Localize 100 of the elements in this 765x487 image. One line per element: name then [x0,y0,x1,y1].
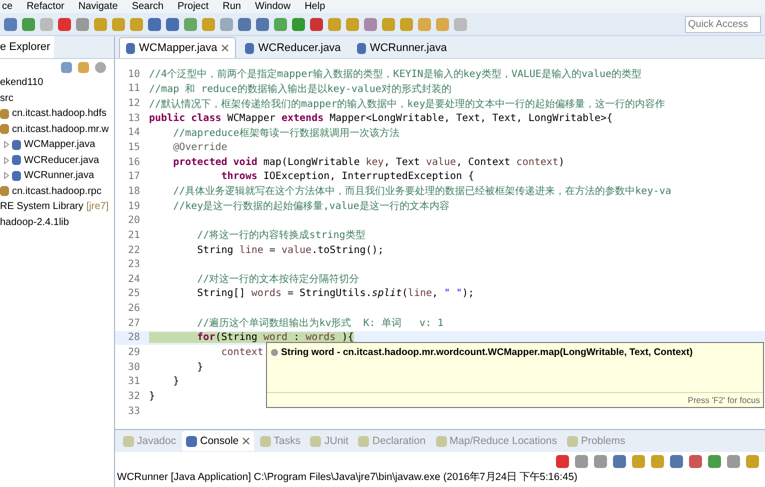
line-number: 14 [126,127,140,138]
console-toolbar-icon[interactable] [651,454,664,468]
tree-item[interactable]: cn.itcast.hadoop.mr.w [12,124,109,135]
line-number: 24 [126,274,140,285]
code-line: //mapreduce框架每读一行数据就调用一次该方法 [172,126,400,140]
console-toolbar-icon[interactable] [727,454,740,468]
tree-item[interactable]: WCReducer.java [24,154,100,166]
toolbar-icon[interactable] [382,18,395,30]
tree-item[interactable]: WCRunner.java [24,170,94,182]
view-icon [186,436,198,446]
line-number: 33 [126,406,140,417]
tree-item[interactable]: WCMapper.java [24,139,96,150]
expand-arrow-icon[interactable] [4,141,9,148]
line-number: 10 [126,68,140,80]
line-number: 11 [126,83,140,94]
code-line: //默认情况下，框架传递给我们的mapper的输入数据中，key是要处理的文本中一行的起始偏移量，这一行的内容作 [149,98,666,111]
menu-item[interactable]: Project [178,0,209,12]
code-line: //map 和 reduce的数据输入输出是以key-value对的形式封装的 [149,82,452,96]
line-number: 17 [126,171,140,182]
toolbar-icon[interactable] [4,18,17,30]
menu-item[interactable]: Refactor [26,0,64,12]
code-line: //具体业务逻辑就写在这个方法体中，而且我们业务要处理的数据已经被框架传递进来，在方法的参数中key-va [172,184,672,198]
code-line: } [149,390,156,402]
toolbar-icon[interactable] [238,18,251,30]
tree-item[interactable]: ekend110 [0,77,44,88]
view-icon [436,436,447,446]
tree-item[interactable]: cn.itcast.hadoop.hdfs [12,108,107,120]
toolbar-icon[interactable] [292,18,305,30]
close-icon[interactable] [242,437,250,445]
toolbar-icon[interactable] [364,18,377,30]
panel-tab[interactable]: e Explorer [0,36,54,58]
menu-item[interactable]: Navigate [78,0,118,12]
menu-item[interactable]: Window [255,0,291,12]
toolbar-icon[interactable] [94,18,107,30]
code-line: } [196,362,204,373]
console-toolbar-icon[interactable] [575,454,588,468]
editor-tab[interactable]: WCRunner.java [350,37,454,58]
toolbar-icon[interactable] [148,18,161,30]
toolbar-icon[interactable] [58,18,71,30]
line-number: 18 [126,186,140,197]
line-number: 19 [126,200,140,212]
console-toolbar-icon[interactable] [708,454,721,468]
console-toolbar-icon[interactable] [613,454,626,468]
code-line: String line = value.toString(); [196,244,384,256]
line-number: 23 [126,259,140,270]
toolbar-icon[interactable] [130,18,143,30]
menu-item[interactable]: Run [222,0,241,12]
menu-item[interactable]: Search [132,0,164,12]
code-line: //将这一行的内容转换成string类型 [196,228,366,242]
line-number: 32 [126,390,140,402]
tooltip-title: String word - cn.itcast.hadoop.mr.wordcount.WCMapper.map(LongWritable, Text, Context) [281,347,693,358]
code-line: String[] words = StringUtils.split(line, " "); [196,288,474,300]
editor-tab[interactable]: WCReducer.java [238,37,348,58]
toolbar-icon[interactable] [22,18,35,30]
toolbar-icon[interactable] [310,18,323,30]
menu-item[interactable]: ce [2,0,13,12]
expand-arrow-icon[interactable] [4,156,9,164]
toolbar-icon[interactable] [76,18,89,30]
toolbar-icon[interactable] [184,18,197,30]
tree-item[interactable]: RE System Library [0,201,84,212]
toolbar-icon[interactable] [256,18,269,30]
toolbar-icon[interactable] [328,18,341,30]
console-toolbar-icon[interactable] [689,454,702,468]
line-number: 26 [126,303,140,314]
code-line: //4个泛型中，前两个是指定mapper输入数据的类型，KEYIN是输入的key类型，VALUE是输入的value的类型 [149,68,642,82]
console-toolbar-icon[interactable] [746,454,759,468]
tree-item[interactable]: hadoop-2.4.1lib [0,216,69,228]
toolbar-icon[interactable] [436,18,449,30]
code-line: context [220,346,264,358]
console-toolbar-icon[interactable] [632,454,645,468]
toolbar-icon[interactable] [274,18,287,30]
menu-item[interactable]: Help [304,0,326,12]
line-number: 20 [126,215,140,226]
editor-tab[interactable]: WCMapper.java [119,37,236,58]
line-number: 22 [126,244,140,256]
code-line: protected void map(LongWritable key, Text value, Context context) [172,156,564,168]
toolbar-icon[interactable] [202,18,215,30]
console-status: WCRunner [Java Application] C:\Program Files\Java\jre7\bin\javaw.exe (2016年7月24日 下午5:16:45) [116,470,578,484]
toolbar-icon[interactable] [418,18,431,30]
line-number: 27 [126,318,140,329]
console-toolbar-icon[interactable] [556,454,569,468]
tree-item[interactable]: src [0,92,14,104]
close-icon[interactable] [221,44,230,52]
console-toolbar-icon[interactable] [670,454,683,468]
code-line: @Override [172,142,228,154]
quick-access-field[interactable]: Quick Access [685,16,761,32]
expand-arrow-icon[interactable] [4,172,9,180]
line-number: 29 [126,346,140,358]
view-icon [123,436,134,446]
tree-item[interactable]: cn.itcast.hadoop.rpc [12,186,102,197]
toolbar-icon[interactable] [400,18,413,30]
toolbar-icon[interactable] [220,18,233,30]
line-number: 13 [126,112,140,124]
console-toolbar-icon[interactable] [594,454,607,468]
line-number: 21 [126,230,140,241]
toolbar-icon[interactable] [166,18,179,30]
line-number: 30 [126,362,140,373]
toolbar-icon[interactable] [346,18,359,30]
toolbar-icon[interactable] [112,18,125,30]
view-tab[interactable]: Console [182,431,254,451]
